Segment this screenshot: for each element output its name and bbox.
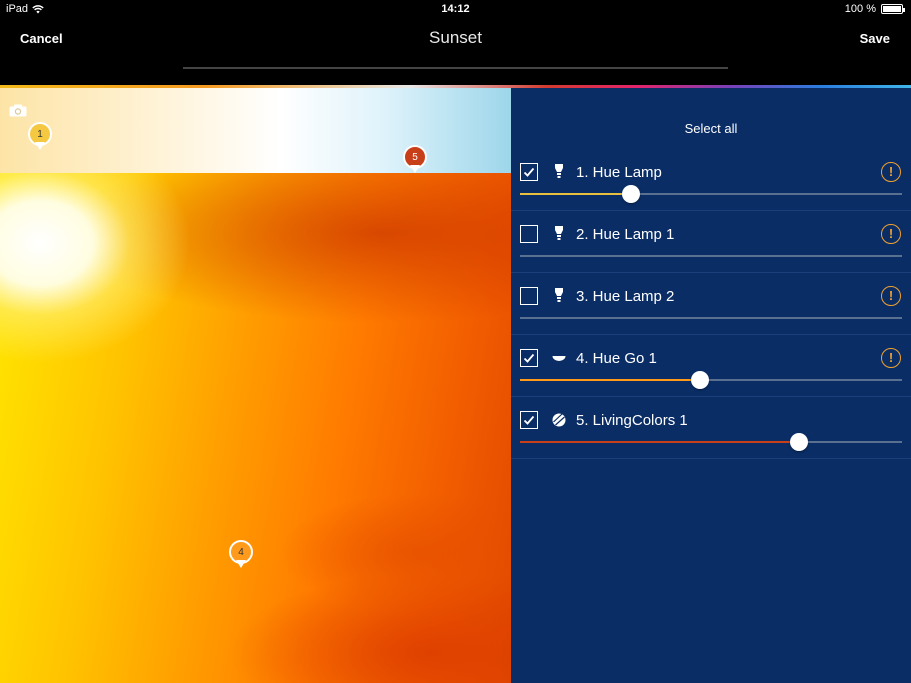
slider-fill (520, 379, 700, 381)
light-name: 4. Hue Go 1 (576, 350, 657, 367)
slider-thumb[interactable] (789, 433, 808, 451)
status-bar: iPad 14:12 100 % (0, 0, 911, 18)
pin-label: 1 (37, 128, 43, 140)
sunset-image (0, 173, 511, 683)
brightness-slider (520, 255, 902, 257)
brightness-slider[interactable] (520, 433, 902, 451)
hue-lamp-icon (555, 288, 563, 302)
light-checkbox[interactable] (520, 225, 538, 243)
scene-image[interactable]: 1 5 4 (0, 88, 511, 683)
checkmark-icon (523, 353, 535, 363)
pin-tip (410, 165, 420, 173)
light-checkbox[interactable] (520, 349, 538, 367)
slider-fill (520, 193, 631, 195)
status-right: 100 % (844, 3, 905, 15)
color-picker-pin-5[interactable]: 5 (403, 145, 427, 175)
sky-image-strip (0, 88, 511, 173)
save-button[interactable]: Save (860, 31, 890, 46)
light-checkbox[interactable] (520, 411, 538, 429)
color-picker-pin-4[interactable]: 4 (229, 540, 253, 570)
lights-panel: Select all 1. Hue Lamp ! 2. Hue Lamp 1 ! (511, 88, 911, 683)
select-all-button[interactable]: Select all (511, 121, 911, 136)
battery-label: 100 % (844, 3, 876, 15)
warning-icon[interactable]: ! (881, 224, 901, 244)
checkmark-icon (523, 167, 535, 177)
brightness-slider[interactable] (520, 371, 902, 389)
nav-bar: Cancel Sunset Save (0, 18, 911, 86)
light-name: 5. LivingColors 1 (576, 412, 688, 429)
pin-tip (35, 142, 45, 150)
warning-icon[interactable]: ! (881, 348, 901, 368)
hue-lamp-icon (555, 164, 563, 178)
light-name: 1. Hue Lamp (576, 164, 662, 181)
light-row-4: 4. Hue Go 1 ! (511, 335, 911, 397)
color-picker-pin-1[interactable]: 1 (28, 122, 52, 152)
warning-icon[interactable]: ! (881, 286, 901, 306)
brightness-slider (520, 317, 902, 319)
slider-thumb[interactable] (621, 185, 640, 203)
status-time: 14:12 (441, 3, 470, 15)
page-title[interactable]: Sunset (0, 28, 911, 48)
light-name: 2. Hue Lamp 1 (576, 226, 675, 243)
light-row-1: 1. Hue Lamp ! (511, 149, 911, 211)
light-checkbox[interactable] (520, 287, 538, 305)
hue-lamp-icon (555, 226, 563, 240)
slider-fill (520, 441, 799, 443)
pin-label: 5 (412, 151, 418, 163)
title-underline (183, 67, 728, 69)
light-name: 3. Hue Lamp 2 (576, 288, 675, 305)
warning-icon[interactable]: ! (881, 162, 901, 182)
pin-label: 4 (238, 546, 244, 558)
light-checkbox[interactable] (520, 163, 538, 181)
brightness-slider[interactable] (520, 185, 902, 203)
slider-thumb[interactable] (690, 371, 709, 389)
checkmark-icon (523, 415, 535, 425)
light-row-2: 2. Hue Lamp 1 ! (511, 211, 911, 273)
battery-icon (881, 4, 905, 14)
camera-icon[interactable] (9, 104, 27, 117)
hue-go-icon (552, 356, 566, 361)
light-row-3: 3. Hue Lamp 2 ! (511, 273, 911, 335)
livingcolors-icon (552, 413, 566, 427)
light-row-5: 5. LivingColors 1 (511, 397, 911, 459)
pin-tip (236, 560, 246, 568)
